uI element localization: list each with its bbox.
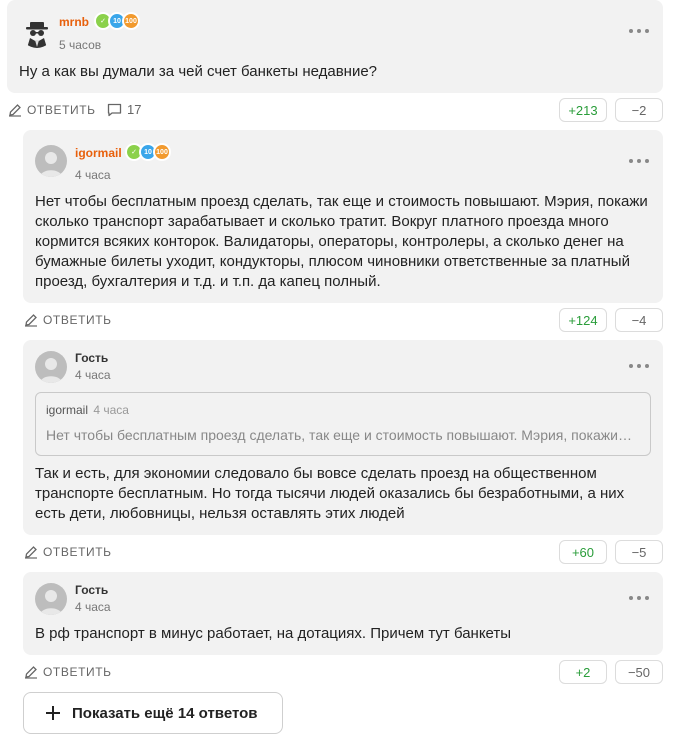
comment-author[interactable]: Гость: [75, 351, 108, 365]
comment-author[interactable]: mrnb: [59, 15, 89, 29]
user-avatar-icon: [40, 358, 62, 383]
reply-button[interactable]: ОТВЕТИТЬ: [24, 313, 112, 327]
avatar[interactable]: [35, 351, 67, 383]
hundred-badge-icon: 100: [122, 12, 140, 30]
comment-text: Нет чтобы бесплатным проезд сделать, так…: [35, 193, 648, 290]
pencil-icon: [25, 314, 37, 327]
show-more-replies-button[interactable]: Показать ещё 14 ответов: [23, 692, 283, 734]
more-dots-icon[interactable]: [629, 363, 649, 369]
reply-button[interactable]: ОТВЕТИТЬ: [8, 103, 96, 117]
replies-count[interactable]: 17: [107, 102, 141, 117]
user-badges: ✓ 10 100: [94, 12, 140, 30]
user-avatar-icon: [40, 590, 62, 615]
quote-text: Нет чтобы бесплатным проезд сделать, так…: [46, 427, 634, 443]
comment-time: 4 часа: [75, 368, 111, 382]
downvote-button[interactable]: −4: [615, 308, 663, 332]
quoted-comment[interactable]: igormail 4 часа Нет чтобы бесплатным про…: [35, 392, 651, 456]
quote-time: 4 часа: [93, 403, 129, 417]
comment-text: Так и есть, для экономии следовало бы во…: [35, 465, 625, 522]
user-avatar-icon: [40, 152, 62, 177]
comment-card: Гость 4 часа igormail 4 часа Нет чтобы б…: [23, 340, 663, 535]
user-badges: ✓ 10 100: [125, 143, 171, 161]
spy-avatar-icon: [26, 22, 48, 48]
upvote-button[interactable]: +213: [559, 98, 607, 122]
avatar[interactable]: [21, 16, 53, 48]
comment-card: Гость 4 часа В рф транспорт в минус рабо…: [23, 572, 663, 655]
comment-author[interactable]: Гость: [75, 583, 108, 597]
reply-button[interactable]: ОТВЕТИТЬ: [24, 665, 112, 679]
reply-label: ОТВЕТИТЬ: [43, 313, 112, 327]
comment-text: Ну а как вы думали за чей счет банкеты н…: [19, 63, 378, 80]
reply-label: ОТВЕТИТЬ: [27, 103, 96, 117]
comment-bubble-icon: [107, 103, 122, 116]
quote-author: igormail: [46, 403, 89, 417]
avatar[interactable]: [35, 583, 67, 615]
comment-text: В рф транспорт в минус работает, на дота…: [35, 625, 512, 642]
replies-count-value: 17: [127, 102, 142, 117]
quote-author-line: igormail 4 часа: [46, 403, 129, 417]
plus-icon: [46, 706, 60, 720]
comment-time: 4 часа: [75, 600, 111, 614]
comment-card: mrnb ✓ 10 100 5 часов Ну а как вы думали…: [7, 0, 663, 93]
comment-author[interactable]: igormail: [75, 146, 122, 160]
hundred-badge-icon: 100: [153, 143, 171, 161]
more-dots-icon[interactable]: [629, 28, 649, 34]
pencil-icon: [25, 546, 37, 559]
avatar[interactable]: [35, 145, 67, 177]
comment-time: 5 часов: [59, 38, 102, 52]
downvote-button[interactable]: −50: [615, 660, 663, 684]
show-more-label: Показать ещё 14 ответов: [72, 704, 258, 722]
downvote-button[interactable]: −2: [615, 98, 663, 122]
pencil-icon: [25, 666, 37, 679]
reply-label: ОТВЕТИТЬ: [43, 545, 112, 559]
more-dots-icon[interactable]: [629, 595, 649, 601]
comment-card: igormail ✓ 10 100 4 часа Нет чтобы беспл…: [23, 130, 663, 303]
more-dots-icon[interactable]: [629, 158, 649, 164]
upvote-button[interactable]: +124: [559, 308, 607, 332]
downvote-button[interactable]: −5: [615, 540, 663, 564]
reply-label: ОТВЕТИТЬ: [43, 665, 112, 679]
pencil-icon: [9, 104, 21, 117]
upvote-button[interactable]: +60: [559, 540, 607, 564]
upvote-button[interactable]: +2: [559, 660, 607, 684]
comment-time: 4 часа: [75, 168, 111, 182]
reply-button[interactable]: ОТВЕТИТЬ: [24, 545, 112, 559]
